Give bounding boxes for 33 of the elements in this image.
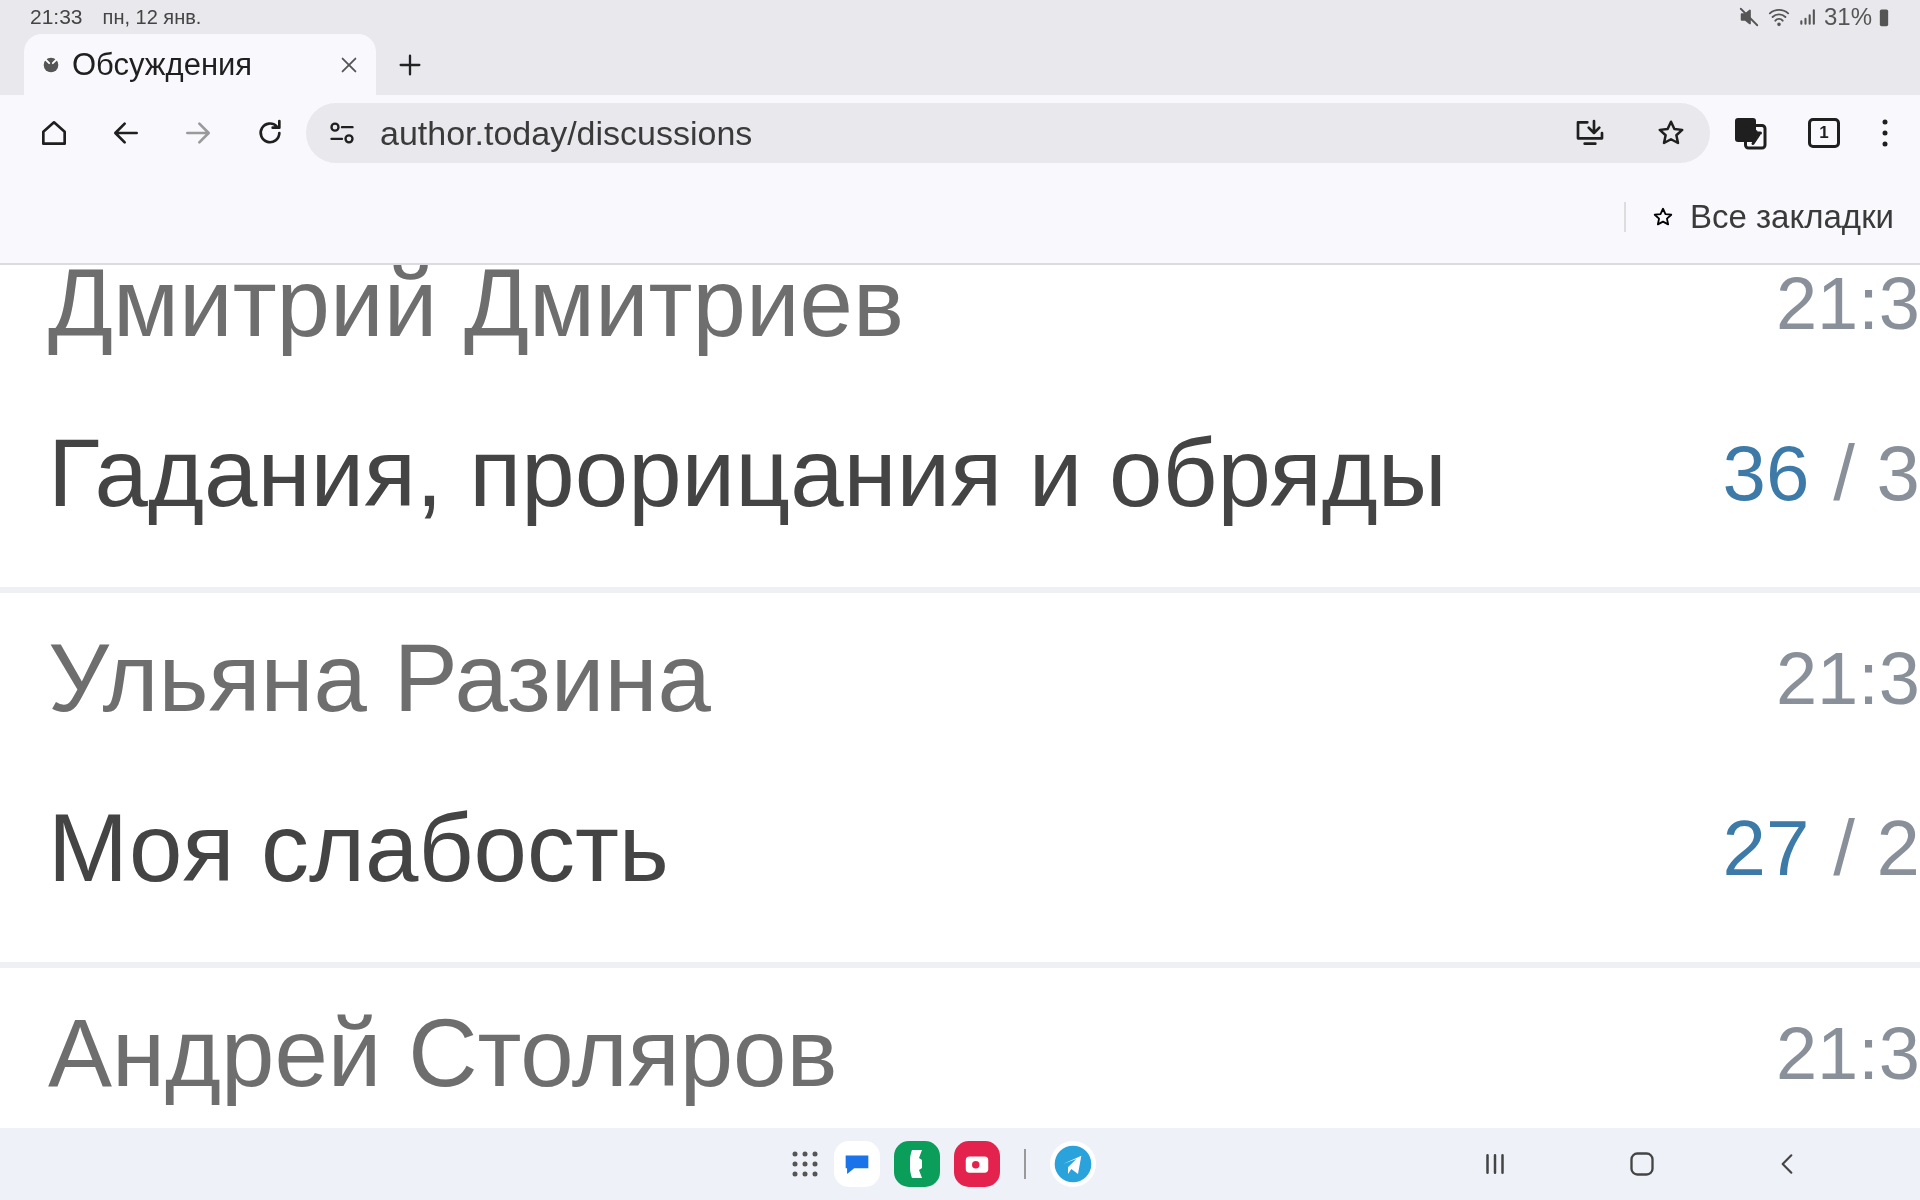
telegram-app-icon[interactable] — [1050, 1141, 1096, 1187]
discussion-title[interactable]: Гадания, прорицания и обряды — [48, 418, 1723, 528]
home-button-icon[interactable] — [1628, 1150, 1656, 1178]
signal-icon — [1797, 7, 1818, 27]
tab-switcher[interactable]: 1 — [1808, 118, 1840, 148]
handset-icon — [910, 1150, 924, 1178]
post-time: 21:3 — [1775, 1010, 1920, 1096]
discussion-title[interactable]: Моя слабость — [48, 793, 1723, 903]
total-count: / 3 — [1833, 427, 1920, 519]
apps-grid-icon[interactable] — [790, 1149, 820, 1179]
more-icon[interactable] — [1880, 118, 1890, 148]
clock: 21:33 — [30, 5, 83, 29]
new-count: 36 — [1722, 427, 1810, 519]
date: пн, 12 янв. — [102, 5, 202, 29]
browser-tab[interactable]: Обсуждения — [24, 34, 376, 95]
translate-icon[interactable] — [1732, 115, 1768, 151]
new-count: 27 — [1722, 802, 1810, 894]
url-text: author.today/discussions — [380, 113, 754, 153]
paper-plane-icon — [1053, 1144, 1093, 1184]
total-count: / 2 — [1833, 802, 1920, 894]
phone-app-icon[interactable] — [894, 1141, 940, 1187]
star-icon — [1651, 206, 1674, 228]
camera-app-icon[interactable] — [954, 1141, 1000, 1187]
mute-icon — [1737, 6, 1760, 28]
author-name[interactable]: Ульяна Разина — [48, 623, 1776, 733]
battery-level: 31% — [1823, 3, 1872, 31]
messages-app-icon[interactable] — [834, 1141, 880, 1187]
address-bar[interactable]: author.today/discussions — [306, 103, 1710, 163]
post-time: 21:3 — [1775, 265, 1920, 346]
all-bookmarks-link[interactable]: Все закладки — [1689, 198, 1894, 236]
post-time: 21:3 — [1775, 635, 1920, 721]
battery-icon — [1878, 7, 1890, 27]
author-name[interactable]: Андрей Столяров — [48, 998, 1776, 1108]
